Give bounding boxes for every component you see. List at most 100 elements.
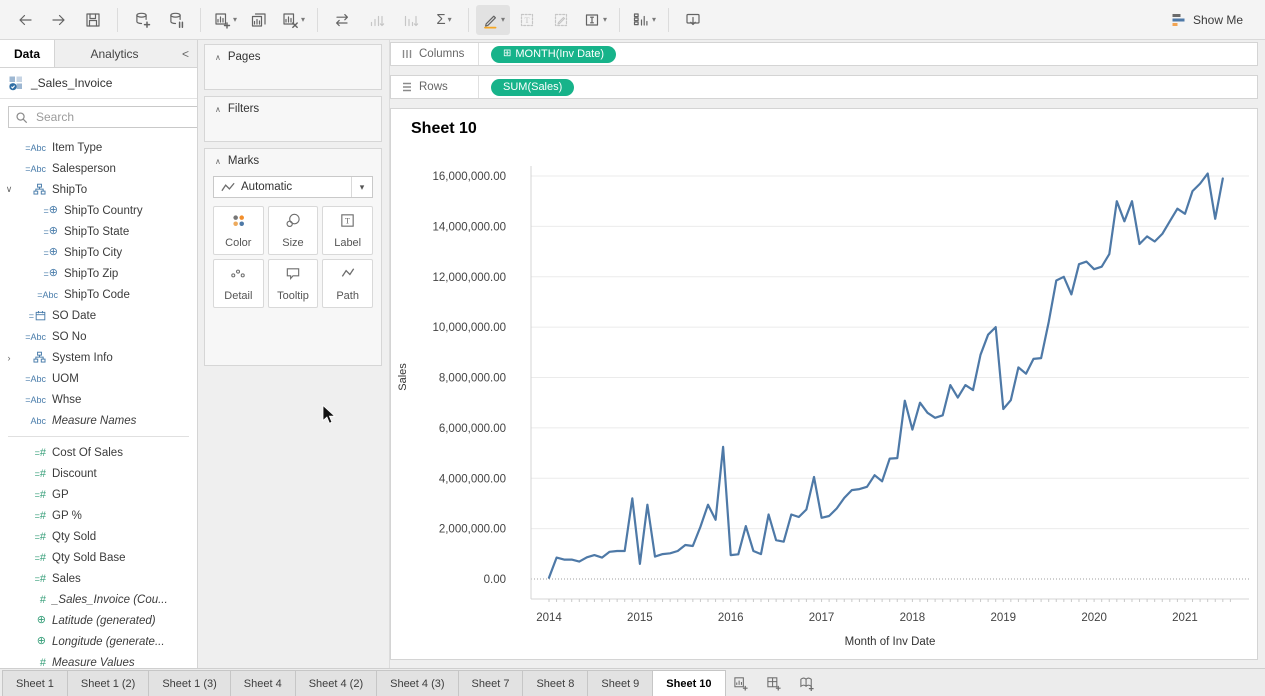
sheet-tab-sheet-8[interactable]: Sheet 8 bbox=[522, 670, 588, 696]
field-shipto[interactable]: ∨ShipTo bbox=[0, 179, 197, 200]
dropdown-caret-icon[interactable]: ▾ bbox=[351, 177, 372, 197]
sheet-tab-sheet-1[interactable]: Sheet 1 bbox=[2, 670, 68, 696]
show-totals-button[interactable]: Σ▾ bbox=[427, 5, 461, 35]
field-shipto-zip[interactable]: =⊕ShipTo Zip bbox=[0, 263, 197, 284]
clear-sheet-button[interactable]: ▾ bbox=[276, 5, 310, 35]
field-whse[interactable]: =AbcWhse bbox=[0, 389, 197, 410]
collapse-chevron-icon[interactable]: ∧ bbox=[215, 157, 221, 166]
show-mark-labels-button: T bbox=[510, 5, 544, 35]
sheet-tab-sheet-1-3[interactable]: Sheet 1 (3) bbox=[148, 670, 230, 696]
x-tick-label: 2018 bbox=[900, 612, 926, 624]
field-shipto-country[interactable]: =⊕ShipTo Country bbox=[0, 200, 197, 221]
detail-shelf-button[interactable]: Detail bbox=[213, 259, 264, 308]
undo-button[interactable] bbox=[8, 5, 42, 35]
svg-text:T: T bbox=[524, 15, 530, 25]
field-measure-values[interactable]: #Measure Values bbox=[0, 652, 197, 668]
search-box[interactable] bbox=[8, 106, 198, 128]
collapse-arrow-icon[interactable]: ∨ bbox=[4, 179, 14, 200]
x-tick-label: 2019 bbox=[990, 612, 1016, 624]
sheet-tab-sheet-9[interactable]: Sheet 9 bbox=[587, 670, 653, 696]
field-system-info[interactable]: ›System Info bbox=[0, 347, 197, 368]
fix-axes-button bbox=[544, 5, 578, 35]
field-cost-of-sales[interactable]: =#Cost Of Sales bbox=[0, 442, 197, 463]
sheet-tab-sheet-4[interactable]: Sheet 4 bbox=[230, 670, 296, 696]
y-tick-label: 12,000,000.00 bbox=[432, 272, 506, 284]
field-shipto-city[interactable]: =⊕ShipTo City bbox=[0, 242, 197, 263]
columns-shelf[interactable]: Columns ⊞MONTH(Inv Date) bbox=[390, 42, 1258, 66]
field-qty-sold-base[interactable]: =#Qty Sold Base bbox=[0, 547, 197, 568]
sheet-tab-sheet-1-2[interactable]: Sheet 1 (2) bbox=[67, 670, 149, 696]
sheet-tab-sheet-4-2[interactable]: Sheet 4 (2) bbox=[295, 670, 377, 696]
sales-line-chart: 0.002,000,000.004,000,000.006,000,000.00… bbox=[391, 109, 1257, 657]
save-button[interactable] bbox=[76, 5, 110, 35]
field-latitude-generated[interactable]: ⊕Latitude (generated) bbox=[0, 610, 197, 631]
y-tick-label: 10,000,000.00 bbox=[432, 322, 506, 334]
format-borders-button[interactable]: ▾ bbox=[578, 5, 612, 35]
fit-button[interactable]: ▾ bbox=[627, 5, 661, 35]
new-dashboard-button[interactable] bbox=[758, 670, 791, 696]
tooltip-shelf-button[interactable]: Tooltip bbox=[268, 259, 319, 308]
duplicate-sheet-button[interactable] bbox=[242, 5, 276, 35]
field-uom[interactable]: =AbcUOM bbox=[0, 368, 197, 389]
new-worksheet-button[interactable]: ▾ bbox=[208, 5, 242, 35]
x-tick-label: 2021 bbox=[1172, 612, 1198, 624]
field-shipto-state[interactable]: =⊕ShipTo State bbox=[0, 221, 197, 242]
num-icon: # bbox=[16, 657, 46, 669]
field-sales[interactable]: =#Sales bbox=[0, 568, 197, 589]
field-item-type[interactable]: =AbcItem Type bbox=[0, 137, 197, 158]
expand-plus-box-icon[interactable]: ⊞ bbox=[503, 49, 511, 59]
columns-shelf-label: Columns bbox=[419, 48, 464, 60]
field-salesperson[interactable]: =AbcSalesperson bbox=[0, 158, 197, 179]
sheet-tab-sheet-7[interactable]: Sheet 7 bbox=[458, 670, 524, 696]
y-tick-label: 16,000,000.00 bbox=[432, 171, 506, 183]
field-gp[interactable]: =#GP % bbox=[0, 505, 197, 526]
tab-analytics[interactable]: Analytics bbox=[55, 40, 174, 67]
size-shelf-button[interactable]: Size bbox=[268, 206, 319, 255]
search-icon bbox=[15, 111, 28, 124]
field-shipto-code[interactable]: =AbcShipTo Code bbox=[0, 284, 197, 305]
collapse-pane-icon[interactable]: < bbox=[174, 40, 197, 67]
new-story-button[interactable] bbox=[791, 670, 824, 696]
sheet-tab-sheet-4-3[interactable]: Sheet 4 (3) bbox=[376, 670, 458, 696]
collapse-chevron-icon[interactable]: ∧ bbox=[215, 105, 221, 114]
color-shelf-button[interactable]: Color bbox=[213, 206, 264, 255]
field-so-no[interactable]: =AbcSO No bbox=[0, 326, 197, 347]
field-sales-invoice-cou[interactable]: #_Sales_Invoice (Cou... bbox=[0, 589, 197, 610]
field-discount[interactable]: =#Discount bbox=[0, 463, 197, 484]
tab-data[interactable]: Data bbox=[0, 40, 55, 67]
pause-auto-updates-button[interactable] bbox=[159, 5, 193, 35]
x-axis-title: Month of Inv Date bbox=[845, 636, 936, 648]
sales-line-mark[interactable] bbox=[549, 174, 1223, 578]
show-me-button[interactable]: Show Me bbox=[1193, 13, 1243, 27]
toolbar-separator bbox=[668, 8, 669, 32]
abc-calc-icon: =Abc bbox=[16, 164, 46, 174]
columns-pill[interactable]: ⊞MONTH(Inv Date) bbox=[491, 46, 616, 63]
abc-calc-icon: =Abc bbox=[16, 332, 46, 342]
expand-arrow-icon[interactable]: › bbox=[4, 347, 14, 368]
redo-button[interactable] bbox=[42, 5, 76, 35]
hierarchy-icon bbox=[16, 183, 46, 196]
rows-shelf[interactable]: Rows SUM(Sales) bbox=[390, 75, 1258, 99]
highlight-button[interactable]: ▾ bbox=[476, 5, 510, 35]
presentation-mode-button[interactable] bbox=[676, 5, 710, 35]
field-measure-names[interactable]: AbcMeasure Names bbox=[0, 410, 197, 431]
search-input[interactable] bbox=[34, 109, 193, 125]
swap-rows-columns-button[interactable] bbox=[325, 5, 359, 35]
new-worksheet-button[interactable] bbox=[725, 670, 758, 696]
new-data-source-button[interactable] bbox=[125, 5, 159, 35]
sheet-view: Sheet 10 0.002,000,000.004,000,000.006,0… bbox=[390, 108, 1258, 660]
field-gp[interactable]: =#GP bbox=[0, 484, 197, 505]
datasource-row[interactable]: _Sales_Invoice bbox=[0, 68, 197, 99]
rows-pill[interactable]: SUM(Sales) bbox=[491, 79, 574, 96]
mark-type-value: Automatic bbox=[241, 181, 351, 193]
field-qty-sold[interactable]: =#Qty Sold bbox=[0, 526, 197, 547]
filters-card[interactable]: ∧ Filters bbox=[204, 96, 382, 142]
label-shelf-button[interactable]: TLabel bbox=[322, 206, 373, 255]
collapse-chevron-icon[interactable]: ∧ bbox=[215, 53, 221, 62]
field-longitude-generate[interactable]: ⊕Longitude (generate... bbox=[0, 631, 197, 652]
pages-card[interactable]: ∧ Pages bbox=[204, 44, 382, 90]
path-shelf-button[interactable]: Path bbox=[322, 259, 373, 308]
field-so-date[interactable]: =SO Date bbox=[0, 305, 197, 326]
sheet-tab-sheet-10[interactable]: Sheet 10 bbox=[652, 670, 725, 696]
mark-type-dropdown[interactable]: Automatic ▾ bbox=[213, 176, 373, 198]
